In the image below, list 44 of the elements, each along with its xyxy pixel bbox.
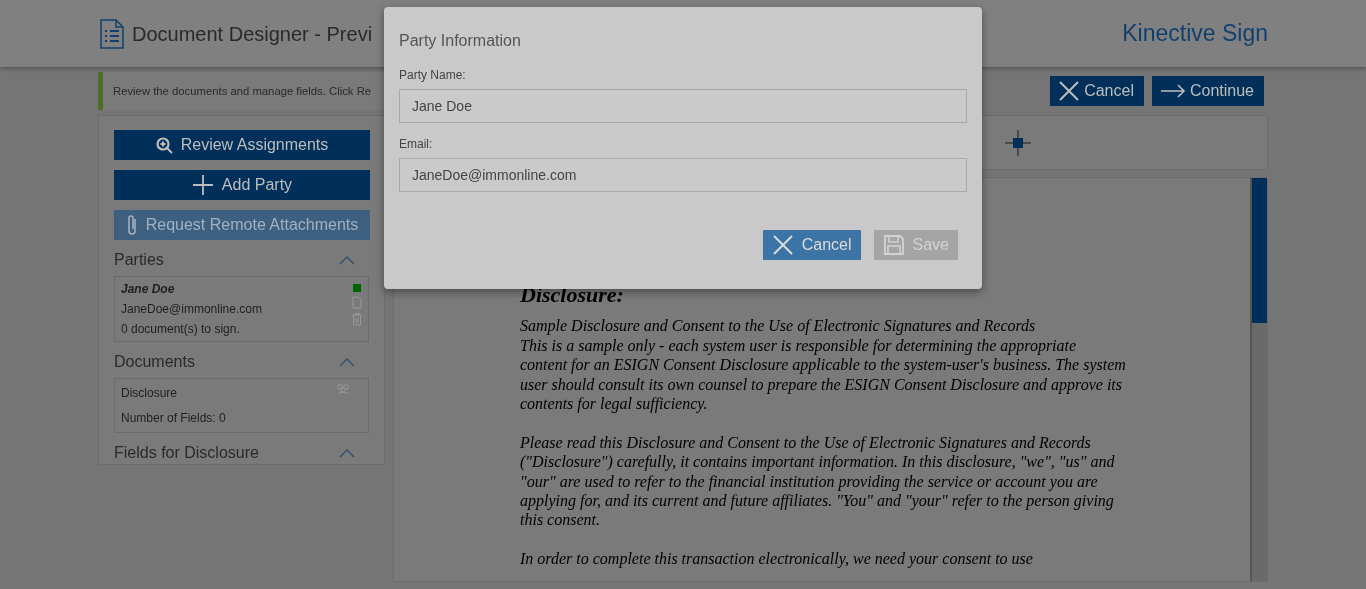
trash-icon[interactable] [352, 313, 362, 326]
instruction-text: Review the documents and manage fields. Click Re [113, 83, 372, 99]
field-label: Email: [399, 136, 434, 153]
document-heading: Disclosure: [520, 285, 625, 305]
continue-button[interactable]: Continue [1151, 76, 1264, 106]
document-icon[interactable] [352, 296, 362, 309]
party-name: Jane Doe [121, 281, 176, 298]
document-name: Disclosure [121, 385, 178, 402]
brand-name: Kinective Sign [1122, 19, 1268, 49]
dialog-title: Party Information [399, 31, 522, 51]
document-paragraph: This is a sample only - each system user is responsible for determining the appropriate content for an ESIGN Consent Disclosure applicable to the system-user's business. The system user should consult its own counsel to prepare the ESIGN Consent Disclosure and approve its contents for legal sufficiency. [520, 335, 1126, 414]
sidebar-button[interactable]: Review Assignments [114, 130, 370, 160]
page-title: Document Designer - Previ [132, 21, 373, 47]
sidebar-button[interactable]: Add Party [114, 170, 370, 200]
field-label: Party Name: [399, 67, 467, 84]
document-list-icon [100, 18, 124, 49]
crosshair-icon[interactable] [1004, 128, 1032, 157]
text-field[interactable]: JaneDoe@immonline.com [399, 158, 967, 192]
cancel-button[interactable]: Cancel [762, 230, 861, 260]
document-card[interactable]: Disclosure Number of Fields: 0 [114, 378, 369, 433]
save-icon [882, 234, 905, 256]
collapse-chevron-icon[interactable] [339, 448, 355, 458]
scrollbar[interactable] [1250, 178, 1267, 581]
field-count: Number of Fields: 0 [121, 410, 226, 427]
text-field[interactable]: Jane Doe [399, 89, 967, 123]
close-icon [771, 234, 794, 256]
paperclip-icon [125, 213, 138, 237]
document-paragraph: Please read this Disclosure and Consent to the Use of Electronic Signatures and Records ("Disclosure") carefully, it contains important information. In this disclosure, "we", "us" and "our" are used to refer to the financial institution providing the service or account you are applying for, and its current and future affiliates. "You" and "your" refer to the person giving this consent. [520, 432, 1116, 530]
section-title: Fields for Disclosure [114, 443, 259, 463]
cancel-button[interactable]: Cancel [1050, 76, 1144, 106]
section-title: Parties [114, 250, 164, 270]
collapse-chevron-icon[interactable] [339, 255, 355, 265]
document-paragraph: Sample Disclosure and Consent to the Use of Electronic Signatures and Records [520, 316, 1037, 336]
close-icon [1058, 80, 1081, 102]
group-icon[interactable] [336, 384, 350, 395]
party-status: 0 document(s) to sign. [121, 321, 241, 338]
party-card[interactable]: Jane Doe JaneDoe@immonline.com 0 document(s) to sign. [114, 276, 369, 342]
collapse-chevron-icon[interactable] [339, 357, 355, 367]
section-title: Documents [114, 352, 195, 372]
document-paragraph: In order to complete this transaction electronically, we need your consent to use [520, 549, 1034, 569]
party-email: JaneDoe@immonline.com [121, 301, 262, 318]
plus-icon [191, 174, 214, 196]
arrow-icon [1159, 84, 1186, 98]
zoom-icon [155, 136, 173, 154]
